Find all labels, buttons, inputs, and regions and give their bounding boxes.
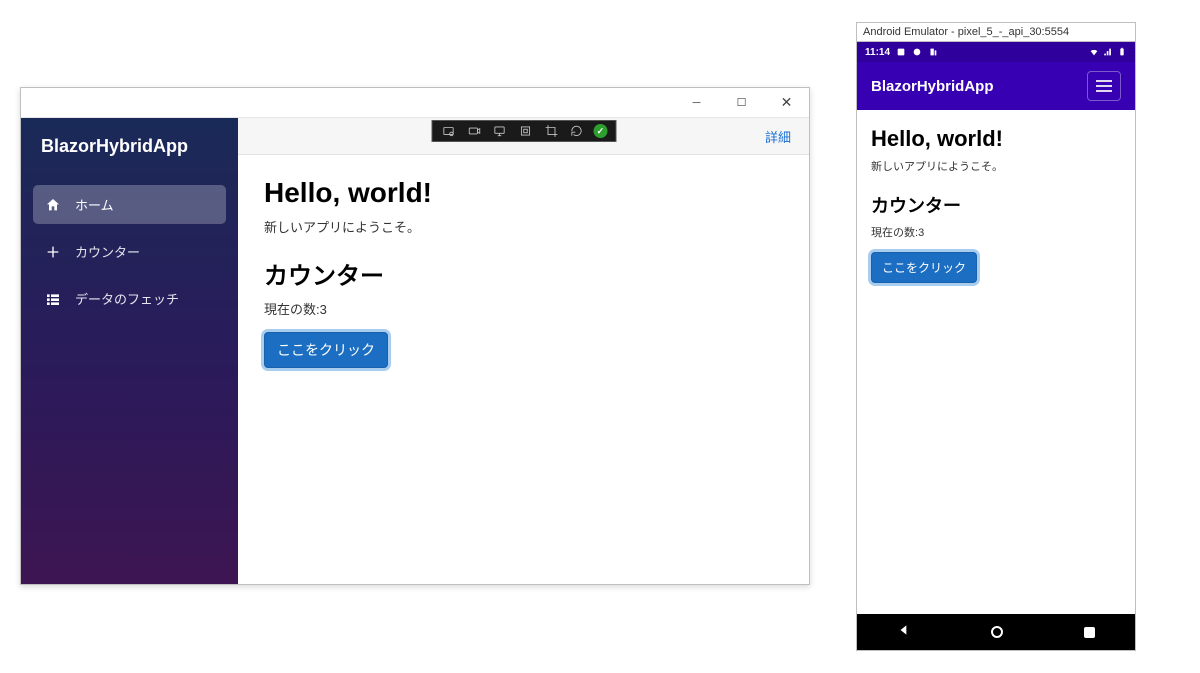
home-icon: [45, 197, 61, 213]
status-notification-icon: [896, 47, 906, 57]
status-app-icon: [928, 47, 938, 57]
list-icon: [45, 291, 61, 307]
android-recents-button[interactable]: [1084, 627, 1095, 638]
devtool-crop-icon[interactable]: [542, 122, 560, 140]
counter-display: 現在の数:3: [871, 224, 1121, 240]
devtool-check-icon[interactable]: [593, 124, 607, 138]
devtool-frame-icon[interactable]: [517, 122, 535, 140]
android-home-button[interactable]: [991, 626, 1003, 638]
plus-icon: [45, 244, 61, 260]
page-subtitle: 新しいアプリにようこそ。: [871, 158, 1121, 174]
desktop-window: ─ ☐ ✕ BlazorHybridApp ホーム カウンター: [20, 87, 810, 585]
sidebar-item-home[interactable]: ホーム: [33, 185, 226, 224]
counter-value: 3: [320, 302, 327, 317]
status-debug-icon: [912, 47, 922, 57]
sidebar-item-label: カウンター: [75, 242, 140, 261]
close-button[interactable]: ✕: [764, 88, 809, 118]
sidebar-item-counter[interactable]: カウンター: [33, 232, 226, 271]
android-emulator: Android Emulator - pixel_5_-_api_30:5554…: [856, 22, 1136, 651]
wifi-icon: [1089, 47, 1099, 57]
devtool-monitor-icon[interactable]: [491, 122, 509, 140]
sidebar-item-label: データのフェッチ: [75, 289, 179, 308]
click-button[interactable]: ここをクリック: [264, 332, 388, 368]
sidebar-item-fetch[interactable]: データのフェッチ: [33, 279, 226, 318]
sidebar-item-label: ホーム: [75, 195, 114, 214]
counter-display: 現在の数:3: [264, 299, 783, 318]
details-link[interactable]: 詳細: [765, 127, 791, 146]
counter-label: 現在の数:: [264, 302, 320, 317]
dev-toolbar: [431, 120, 616, 142]
page-title: Hello, world!: [871, 126, 1121, 152]
emulator-window-title: Android Emulator - pixel_5_-_api_30:5554: [856, 22, 1136, 41]
android-back-button[interactable]: [897, 623, 911, 642]
click-button[interactable]: ここをクリック: [871, 252, 977, 283]
android-status-bar: 11:14: [857, 42, 1135, 62]
window-titlebar: ─ ☐ ✕: [21, 88, 809, 118]
app-brand: BlazorHybridApp: [21, 118, 238, 181]
android-nav-bar: [857, 614, 1135, 650]
counter-value: 3: [918, 227, 924, 239]
counter-label: 現在の数:: [871, 227, 918, 239]
sidebar: BlazorHybridApp ホーム カウンター データのフェッチ: [21, 118, 238, 584]
signal-icon: [1103, 47, 1113, 57]
topbar: 詳細: [238, 118, 809, 155]
counter-heading: カウンター: [264, 256, 783, 291]
main-area: 詳細 Hello, world! 新しいアプリにようこそ。 カウンター 現在の数…: [238, 118, 809, 584]
devtool-refresh-icon[interactable]: [568, 122, 586, 140]
hamburger-button[interactable]: [1087, 71, 1121, 101]
status-time: 11:14: [865, 47, 890, 58]
devtool-camera-icon[interactable]: [465, 122, 483, 140]
emulator-frame: 11:14 BlazorHybridApp Hello, world! 新しいア…: [856, 41, 1136, 651]
appbar-title: BlazorHybridApp: [871, 78, 994, 95]
page-content: Hello, world! 新しいアプリにようこそ。 カウンター 現在の数:3 …: [238, 155, 809, 390]
devtool-settings-icon[interactable]: [440, 122, 458, 140]
battery-icon: [1117, 47, 1127, 57]
page-subtitle: 新しいアプリにようこそ。: [264, 217, 783, 236]
android-appbar: BlazorHybridApp: [857, 62, 1135, 110]
android-page-content: Hello, world! 新しいアプリにようこそ。 カウンター 現在の数:3 …: [857, 110, 1135, 614]
page-title: Hello, world!: [264, 177, 783, 209]
maximize-button[interactable]: ☐: [719, 88, 764, 118]
counter-heading: カウンター: [871, 192, 1121, 218]
minimize-button[interactable]: ─: [674, 88, 719, 118]
